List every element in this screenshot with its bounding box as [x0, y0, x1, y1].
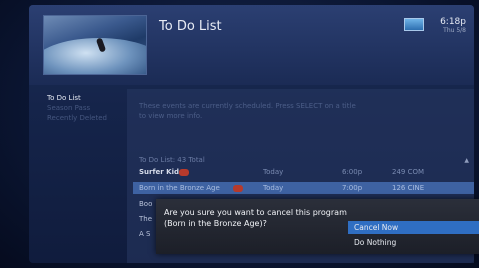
list-item-selected[interactable]: Born in the Bronze Age Today 7:00p 126 C…: [133, 182, 474, 194]
program-date: Today: [263, 168, 284, 176]
cancel-now-button[interactable]: Cancel Now: [348, 221, 479, 234]
sidebar-item-recently-deleted[interactable]: Recently Deleted: [47, 113, 131, 123]
channel-logo-icon: [404, 18, 424, 31]
sidebar-item[interactable]: [47, 123, 131, 133]
sidebar-item[interactable]: [47, 143, 131, 153]
program-channel: 249 COM: [392, 168, 425, 176]
program-title: Surfer Kid: [139, 168, 179, 176]
wave-image: [44, 38, 146, 74]
program-date: Today: [263, 184, 284, 192]
sidebar-menu: To Do List Season Pass Recently Deleted: [47, 93, 131, 173]
sidebar-item[interactable]: [47, 133, 131, 143]
record-badge-icon: [179, 169, 189, 176]
scroll-up-icon[interactable]: ▲: [464, 157, 469, 164]
program-channel: 126 CINE: [392, 184, 425, 192]
clock-date: Thu 5/8: [443, 27, 466, 34]
confirm-dialog: Are you sure you want to cancel this pro…: [156, 199, 479, 254]
sidebar-item[interactable]: [47, 153, 131, 163]
record-badge-icon: [233, 185, 243, 192]
clock: 6:18p Thu 5/8: [440, 17, 466, 34]
page-title: To Do List: [159, 19, 222, 34]
sidebar-item-season-pass[interactable]: Season Pass: [47, 103, 131, 113]
clock-time: 6:18p: [440, 17, 466, 27]
program-title: Boo: [139, 200, 153, 208]
program-title: A S: [139, 230, 151, 238]
program-title: The: [139, 215, 153, 223]
dialog-question: Are you sure you want to cancel this pro…: [164, 208, 347, 228]
program-time: 7:00p: [342, 184, 363, 192]
info-text: These events are currently scheduled. Pr…: [139, 102, 356, 120]
program-thumbnail: [43, 15, 147, 75]
sidebar-item[interactable]: [47, 163, 131, 173]
do-nothing-button[interactable]: Do Nothing: [348, 236, 479, 249]
program-time: 6:00p: [342, 168, 363, 176]
program-title: Born in the Bronze Age: [139, 184, 220, 192]
sidebar-item-to-do-list[interactable]: To Do List: [47, 93, 131, 103]
list-item[interactable]: Surfer Kid Today 6:00p 249 COM: [133, 166, 474, 178]
list-header: To Do List: 43 Total: [139, 156, 205, 164]
